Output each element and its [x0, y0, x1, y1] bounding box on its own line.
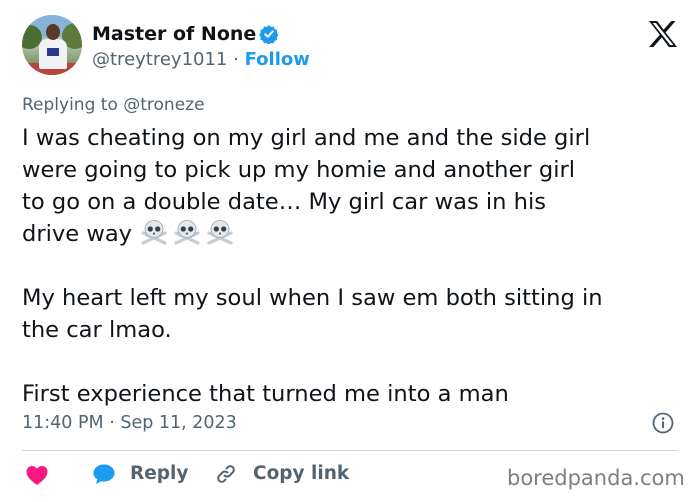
skull-crossbones-icon: [207, 220, 233, 245]
tweet-line: the car lmao.: [22, 317, 172, 343]
tweet-timestamp[interactable]: 11:40 PM · Sep 11, 2023: [22, 411, 237, 435]
info-icon[interactable]: [652, 412, 674, 434]
tweet-line-with-emoji: drive way: [22, 218, 682, 250]
tweet-line: to go on a double date… My girl car was …: [22, 189, 547, 215]
tweet-text: I was cheating on my girl and me and the…: [22, 122, 682, 410]
tweet-line: My heart left my soul when I saw em both…: [22, 285, 603, 311]
avatar[interactable]: [22, 15, 82, 75]
link-icon[interactable]: [215, 463, 237, 485]
x-logo-icon[interactable]: [648, 20, 678, 48]
reply-button[interactable]: Reply: [130, 462, 188, 486]
tweet-line: First experience that turned me into a m…: [22, 381, 509, 407]
reply-bubble-icon[interactable]: [92, 463, 116, 485]
heart-icon[interactable]: [25, 464, 49, 486]
divider: [22, 450, 678, 451]
reply-context: Replying to @troneze: [22, 95, 205, 115]
follow-button[interactable]: Follow: [245, 49, 310, 70]
separator: ·: [233, 49, 239, 70]
skull-crossbones-icon: [141, 220, 167, 245]
tweet-line: drive way: [22, 221, 133, 247]
copy-link-button[interactable]: Copy link: [253, 462, 349, 486]
author-name[interactable]: Master of None: [92, 22, 256, 46]
author-handle[interactable]: @treytrey1011: [92, 49, 227, 70]
tweet-line: were going to pick up my homie and anoth…: [22, 157, 576, 183]
tweet-line: I was cheating on my girl and me and the…: [22, 125, 591, 151]
watermark: boredpanda.com: [507, 466, 685, 490]
skull-crossbones-icon: [174, 220, 200, 245]
verified-badge-icon: [259, 25, 279, 44]
author-handle-row: @treytrey1011 · Follow: [92, 48, 310, 72]
